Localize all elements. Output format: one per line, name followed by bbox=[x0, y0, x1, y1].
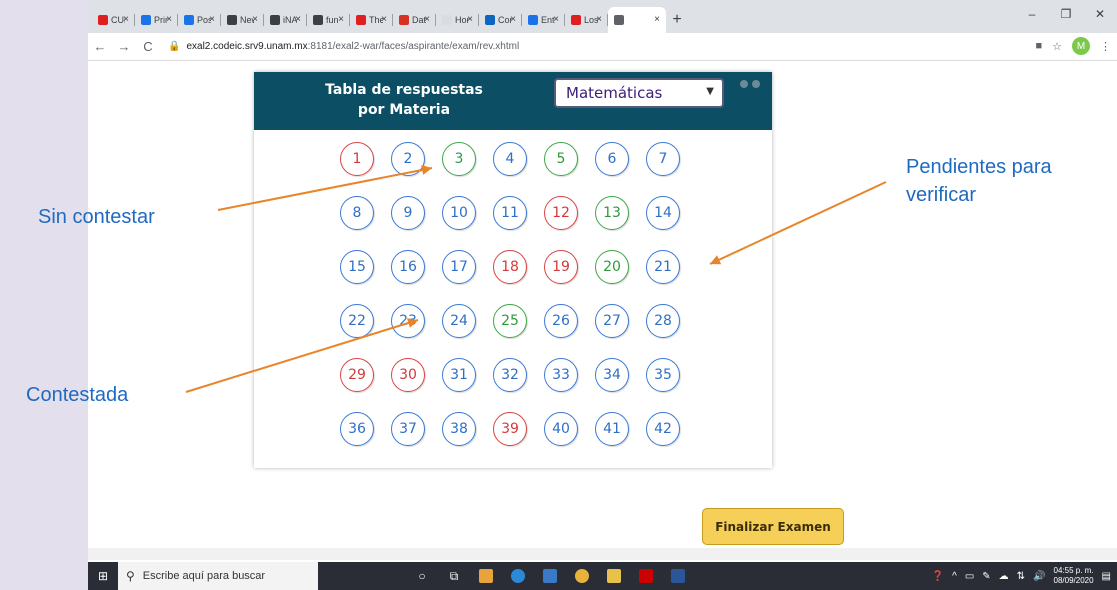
windows-start-icon[interactable]: ⊞ bbox=[88, 562, 118, 590]
battery-icon[interactable]: ▭ bbox=[965, 571, 974, 582]
netflix-icon[interactable] bbox=[632, 562, 660, 590]
store-icon[interactable] bbox=[472, 562, 500, 590]
cloud-icon[interactable]: ☁ bbox=[999, 571, 1009, 582]
cortana-icon[interactable]: ○ bbox=[408, 562, 436, 590]
clock-time: 04:55 p. m. bbox=[1053, 566, 1094, 575]
callout-pendientes: Pendientes para verificar bbox=[906, 156, 1052, 206]
edge-icon[interactable] bbox=[504, 562, 532, 590]
annotation-arrows bbox=[185, 165, 887, 393]
task-view-icon[interactable]: ⧉ bbox=[440, 562, 468, 590]
arrow-contestada bbox=[185, 318, 419, 393]
word-icon[interactable] bbox=[664, 562, 692, 590]
taskbar-apps: ○ ⧉ bbox=[408, 562, 692, 590]
callout-sin-contestar: Sin contestar bbox=[38, 206, 155, 228]
search-icon: ⚲ bbox=[126, 569, 135, 583]
pen-icon[interactable]: ✎ bbox=[982, 571, 990, 582]
clock-date: 08/09/2020 bbox=[1053, 576, 1094, 585]
volume-icon[interactable]: 🔊 bbox=[1033, 571, 1045, 582]
arrow-sin-contestar bbox=[217, 165, 433, 211]
taskbar-search[interactable]: ⚲ Escribe aquí para buscar bbox=[118, 562, 318, 590]
clock[interactable]: 04:55 p. m. 08/09/2020 bbox=[1054, 566, 1094, 586]
chevron-up-icon[interactable]: ^ bbox=[952, 571, 957, 582]
help-icon[interactable]: ❓ bbox=[932, 571, 944, 582]
app-icon[interactable] bbox=[536, 562, 564, 590]
taskbar-search-placeholder: Escribe aquí para buscar bbox=[142, 570, 266, 582]
arrow-pendientes bbox=[709, 181, 887, 265]
callout-contestada: Contestada bbox=[26, 384, 129, 406]
chrome-icon[interactable] bbox=[568, 562, 596, 590]
notifications-icon[interactable]: ▤ bbox=[1102, 571, 1111, 582]
horizontal-scrollbar[interactable] bbox=[88, 548, 1117, 560]
file-explorer-icon[interactable] bbox=[600, 562, 628, 590]
network-icon[interactable]: ⇅ bbox=[1017, 571, 1025, 582]
system-tray: ❓ ^ ▭ ✎ ☁ ⇅ 🔊 04:55 p. m. 08/09/2020 ▤ bbox=[932, 562, 1111, 590]
finish-exam-button[interactable]: Finalizar Examen bbox=[702, 508, 844, 545]
taskbar: ⊞ ⚲ Escribe aquí para buscar ○ ⧉ ❓ ^ ▭ ✎… bbox=[88, 562, 1117, 590]
